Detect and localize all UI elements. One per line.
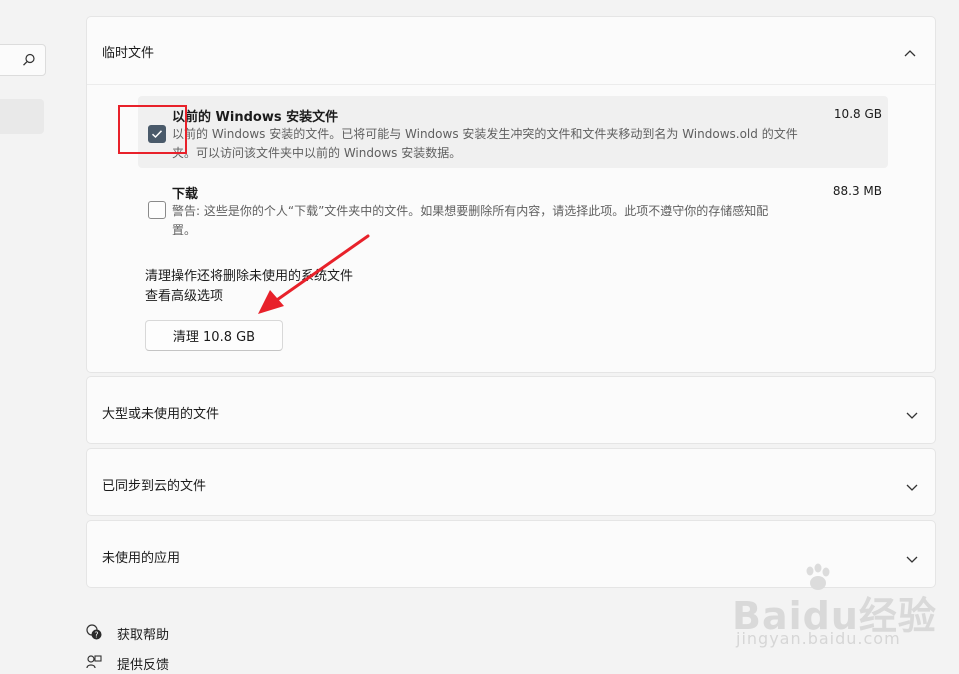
card-divider xyxy=(87,84,935,85)
chevron-down-icon xyxy=(905,406,919,425)
get-help-link[interactable]: 获取帮助 xyxy=(117,624,169,643)
checkbox-downloads[interactable] xyxy=(148,201,166,219)
feedback-icon xyxy=(86,654,102,674)
chevron-down-icon xyxy=(905,478,919,497)
item-size-downloads: 88.3 MB xyxy=(832,184,882,198)
search-icon xyxy=(22,52,36,71)
cleanup-button[interactable]: 清理 10.8 GB xyxy=(145,320,283,351)
section-cloud-synced-files[interactable]: 已同步到云的文件 xyxy=(86,448,936,516)
annotation-arrow xyxy=(258,234,370,314)
item-size-previous-windows: 10.8 GB xyxy=(833,107,882,121)
item-title-downloads: 下载 xyxy=(172,187,199,202)
item-title-previous-windows: 以前的 Windows 安装文件 xyxy=(172,110,339,125)
feedback-link[interactable]: 提供反馈 xyxy=(117,654,169,673)
help-icon: ? xyxy=(86,624,102,644)
section-large-unused-files[interactable]: 大型或未使用的文件 xyxy=(86,376,936,444)
section-title: 未使用的应用 xyxy=(102,551,181,566)
item-desc-previous-windows: 以前的 Windows 安装的文件。已将可能与 Windows 安装发生冲突的文… xyxy=(172,127,798,160)
search-input[interactable] xyxy=(0,44,46,76)
sidebar-item-selected[interactable] xyxy=(0,99,44,134)
watermark-url: jingyan.baidu.com xyxy=(736,629,901,648)
advanced-options-link[interactable]: 查看高级选项 xyxy=(145,285,223,304)
svg-text:?: ? xyxy=(94,631,98,640)
section-title: 已同步到云的文件 xyxy=(102,479,207,494)
temp-files-title: 临时文件 xyxy=(102,46,155,61)
annotation-highlight-box xyxy=(118,105,187,154)
section-title: 大型或未使用的文件 xyxy=(102,407,220,422)
chevron-up-icon[interactable] xyxy=(903,43,917,62)
chevron-down-icon xyxy=(905,550,919,569)
